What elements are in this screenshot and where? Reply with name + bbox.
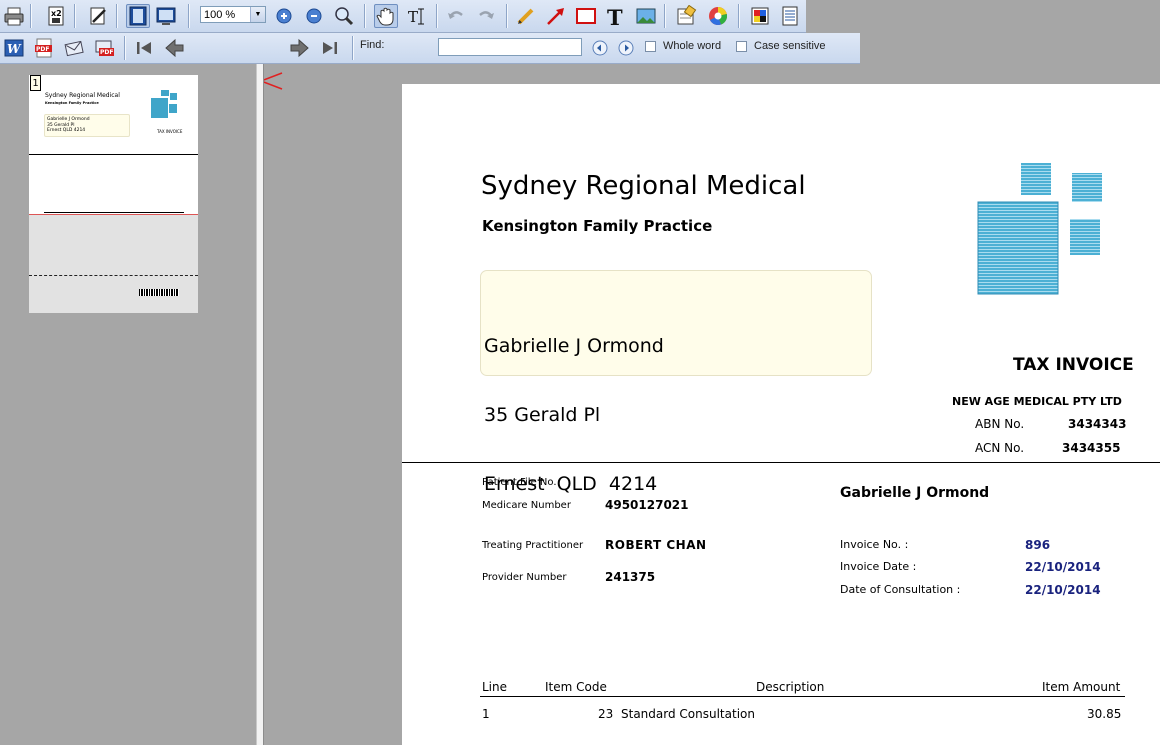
page-setup-icon[interactable]: x2 xyxy=(44,4,68,28)
word-export-icon[interactable]: W xyxy=(2,36,26,60)
header-divider xyxy=(402,462,1160,463)
invoice-date-value: 22/10/2014 xyxy=(1025,560,1101,574)
single-page-view-icon[interactable] xyxy=(126,4,150,28)
medicare-value: 4950127021 xyxy=(605,498,689,512)
invoice-no-label: Invoice No. : xyxy=(840,538,909,551)
row-item-amount: 30.85 xyxy=(1087,707,1122,721)
fit-page-icon[interactable] xyxy=(154,4,178,28)
main-toolbar: x2 100 % ▼ T T xyxy=(0,0,806,33)
practitioner-label: Treating Practitioner xyxy=(482,540,584,551)
medicare-label: Medicare Number xyxy=(482,500,571,511)
acn-label: ACN No. xyxy=(975,441,1025,455)
svg-text:W: W xyxy=(7,42,22,56)
rectangle-tool-icon[interactable] xyxy=(574,4,598,28)
previous-page-icon[interactable] xyxy=(162,36,186,60)
row-item-code: 23 xyxy=(598,707,614,721)
tax-invoice-heading: TAX INVOICE xyxy=(1013,355,1134,375)
edit-page-icon[interactable] xyxy=(86,4,110,28)
document-properties-icon[interactable] xyxy=(778,4,802,28)
address-line: Gabrielle J Ormond xyxy=(484,335,664,357)
acn-value: 3434355 xyxy=(1062,441,1121,455)
thumb-clinic-name: Sydney Regional Medical xyxy=(45,92,120,99)
first-page-icon[interactable] xyxy=(132,36,156,60)
find-label: Find: xyxy=(360,39,385,51)
row-description: Standard Consultation xyxy=(621,707,755,721)
next-page-icon[interactable] xyxy=(288,36,312,60)
zoom-value: 100 % xyxy=(204,9,236,21)
abn-value: 3434343 xyxy=(1068,417,1127,431)
thumb-logo xyxy=(151,90,177,118)
table-header-item-code: Item Code xyxy=(545,680,607,694)
thumb-practice-name: Kensington Family Practice xyxy=(45,101,99,105)
undo-icon[interactable] xyxy=(444,4,468,28)
patient-name: Gabrielle J Ormond xyxy=(840,485,990,501)
table-header-rule xyxy=(480,696,1125,697)
patient-file-label: Patient File No. xyxy=(482,477,557,488)
whole-word-label: Whole word xyxy=(663,40,722,52)
thumb-tax-invoice: TAX INVOICE xyxy=(157,129,183,134)
zoom-in-icon[interactable] xyxy=(272,4,296,28)
magnifier-icon[interactable] xyxy=(332,4,356,28)
export-navigation-toolbar: W PDF PDF 1 / Find: Whole word Case sens… xyxy=(0,33,860,90)
arrow-tool-icon[interactable] xyxy=(544,4,568,28)
clinic-name: Sydney Regional Medical xyxy=(481,171,806,201)
invoice-date-label: Invoice Date : xyxy=(840,560,917,573)
page-thumbnail[interactable]: Sydney Regional Medical Kensington Famil… xyxy=(29,75,198,313)
svg-text:T: T xyxy=(408,8,418,26)
email-pdf-icon[interactable]: PDF xyxy=(92,36,116,60)
company-name: NEW AGE MEDICAL PTY LTD xyxy=(952,395,1122,408)
provider-label: Provider Number xyxy=(482,572,567,583)
provider-value: 241375 xyxy=(605,570,656,584)
row-line: 1 xyxy=(482,707,490,721)
last-page-icon[interactable] xyxy=(318,36,342,60)
table-header-description: Description xyxy=(756,680,825,694)
table-row: 1 23 Standard Consultation 30.85 xyxy=(402,706,1160,726)
clinic-logo xyxy=(977,163,1102,295)
consultation-date-value: 22/10/2014 xyxy=(1025,583,1101,597)
table-header-line: Line xyxy=(482,680,508,694)
highlight-tool-icon[interactable] xyxy=(674,4,698,28)
practitioner-value: ROBERT CHAN xyxy=(605,538,707,552)
whole-word-checkbox[interactable] xyxy=(645,41,656,52)
find-previous-icon[interactable] xyxy=(588,36,612,60)
text-tool-icon[interactable]: T xyxy=(604,4,628,28)
image-tool-icon[interactable] xyxy=(634,4,658,28)
invoice-no-value: 896 xyxy=(1025,538,1051,552)
zoom-out-icon[interactable] xyxy=(302,4,326,28)
find-input[interactable] xyxy=(438,38,582,56)
svg-text:PDF: PDF xyxy=(100,49,113,56)
redo-icon[interactable] xyxy=(474,4,498,28)
abn-label: ABN No. xyxy=(975,417,1025,431)
pdf-export-icon[interactable]: PDF xyxy=(32,36,56,60)
thumb-barcode xyxy=(139,289,179,296)
color-mode-icon[interactable] xyxy=(748,4,772,28)
find-next-icon[interactable] xyxy=(614,36,638,60)
color-wheel-icon[interactable] xyxy=(706,4,730,28)
hand-tool-icon[interactable] xyxy=(374,4,398,28)
email-icon[interactable] xyxy=(62,36,86,60)
chevron-down-icon: ▼ xyxy=(250,7,265,22)
text-select-icon[interactable]: T xyxy=(404,4,428,28)
table-header-item-amount: Item Amount xyxy=(1042,680,1121,694)
svg-text:PDF: PDF xyxy=(36,46,49,53)
practice-name: Kensington Family Practice xyxy=(482,217,713,235)
pencil-icon[interactable] xyxy=(514,4,538,28)
svg-text:x2: x2 xyxy=(51,9,62,18)
zoom-select[interactable]: 100 % ▼ xyxy=(200,6,266,23)
case-sensitive-label: Case sensitive xyxy=(754,40,826,52)
consultation-date-label: Date of Consultation : xyxy=(840,583,961,596)
thumb-address-line: Ernest QLD 4214 xyxy=(47,128,86,133)
thumb-address-line: Gabrielle J Ormond xyxy=(47,117,90,122)
invoice-page: Sydney Regional Medical Kensington Famil… xyxy=(402,84,1160,745)
svg-text:T: T xyxy=(607,5,623,27)
case-sensitive-checkbox[interactable] xyxy=(736,41,747,52)
thumbnail-page-label: 1 xyxy=(30,75,41,91)
panel-splitter[interactable] xyxy=(256,64,264,745)
print-icon[interactable] xyxy=(2,4,26,28)
address-line: 35 Gerald Pl xyxy=(484,404,601,426)
